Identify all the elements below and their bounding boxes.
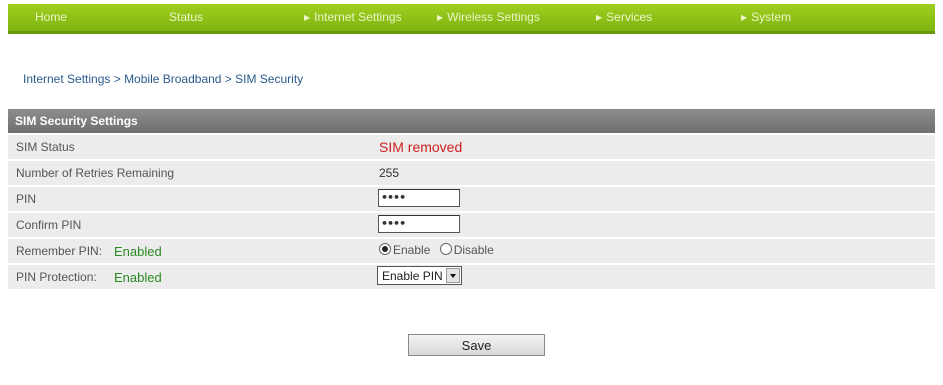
- remember-pin-label: Remember PIN:: [16, 244, 103, 258]
- pin-protection-select-value: Enable PIN: [382, 269, 443, 283]
- nav-system[interactable]: ▶ System: [741, 10, 791, 24]
- save-button[interactable]: Save: [408, 334, 545, 356]
- confirm-pin-row: Confirm PIN ••••: [8, 211, 935, 237]
- remember-pin-row: Remember PIN: Enabled Enable Disable: [8, 237, 935, 263]
- remember-pin-radio-group: Enable Disable: [379, 243, 500, 257]
- nav-services[interactable]: ▶ Services: [596, 10, 652, 24]
- pin-protection-label: PIN Protection:: [16, 270, 97, 284]
- pin-input[interactable]: ••••: [378, 189, 460, 207]
- arrow-icon: ▶: [596, 13, 603, 22]
- chevron-down-icon[interactable]: [446, 268, 460, 283]
- pin-protection-row: PIN Protection: Enabled Enable PIN: [8, 263, 935, 289]
- retries-label: Number of Retries Remaining: [16, 166, 175, 180]
- remember-pin-state: Enabled: [114, 244, 162, 259]
- breadcrumb: Internet Settings > Mobile Broadband > S…: [23, 72, 303, 86]
- arrow-icon: ▶: [304, 13, 311, 22]
- retries-row: Number of Retries Remaining 255: [8, 159, 935, 185]
- panel-title: SIM Security Settings: [8, 109, 935, 133]
- confirm-pin-label: Confirm PIN: [16, 218, 82, 232]
- pin-protection-select[interactable]: Enable PIN: [377, 266, 462, 285]
- radio-unchecked-icon[interactable]: [439, 243, 452, 255]
- remember-enable-option[interactable]: Enable: [379, 243, 430, 257]
- nav-internet-settings[interactable]: ▶ Internet Settings: [304, 10, 402, 24]
- arrow-icon: ▶: [741, 13, 748, 22]
- pin-row: PIN ••••: [8, 185, 935, 211]
- arrow-icon: ▶: [437, 13, 444, 22]
- sim-status-row: SIM Status SIM removed: [8, 133, 935, 159]
- nav-wireless-settings[interactable]: ▶ Wireless Settings: [437, 10, 540, 24]
- nav-status[interactable]: Status: [169, 10, 203, 24]
- breadcrumb-text: Internet Settings > Mobile Broadband > S…: [23, 72, 304, 86]
- retries-value: 255: [379, 166, 400, 180]
- remember-disable-option[interactable]: Disable: [439, 243, 494, 257]
- sim-status-value: SIM removed: [379, 139, 463, 155]
- sim-status-label: SIM Status: [16, 140, 75, 154]
- pin-label: PIN: [16, 192, 37, 206]
- sim-security-panel: SIM Security Settings SIM Status SIM rem…: [8, 109, 935, 289]
- radio-checked-icon[interactable]: [379, 243, 391, 255]
- confirm-pin-input[interactable]: ••••: [378, 215, 460, 233]
- nav-home[interactable]: Home: [35, 10, 67, 24]
- top-nav: Home Status ▶ Internet Settings ▶ Wireless…: [8, 4, 935, 34]
- pin-protection-state: Enabled: [114, 270, 162, 285]
